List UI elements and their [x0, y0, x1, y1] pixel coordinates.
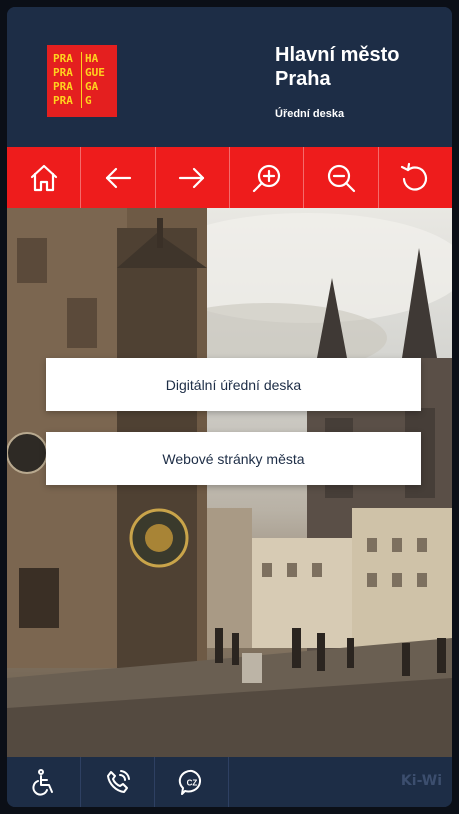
language-label: CZ	[186, 779, 197, 788]
prague-logo: PRA HA PRA GUE PRA GA PRA G	[47, 45, 117, 117]
page-subtitle: Úřední deska	[275, 108, 345, 120]
phone-call-icon	[106, 770, 130, 793]
language-cz-icon: CZ	[178, 769, 201, 795]
kiosk-screen: PRA HA PRA GUE PRA GA PRA G Hlavní město Pra…	[7, 7, 452, 807]
home-button[interactable]	[7, 147, 82, 208]
back-button[interactable]	[81, 147, 156, 208]
kiwi-brand: Ki-Wi	[400, 773, 442, 789]
title-line-1: Hlavní město	[275, 44, 400, 66]
home-icon	[30, 164, 57, 191]
footer-bar: CZ Ki-Wi	[7, 757, 452, 807]
page-title: Hlavní město Praha	[275, 43, 399, 91]
browser-toolbar	[7, 147, 452, 208]
language-button[interactable]: CZ	[155, 757, 229, 807]
header: PRA HA PRA GUE PRA GA PRA G Hlavní město Pra…	[7, 7, 452, 147]
zoom-out-icon	[327, 164, 356, 192]
reload-button[interactable]	[379, 147, 452, 208]
city-website-button[interactable]: Webové stránky města	[46, 432, 421, 485]
zoom-in-icon	[252, 164, 280, 192]
hero-area: Digitální úřední deska Webové stránky mě…	[7, 208, 452, 757]
digital-notice-board-button[interactable]: Digitální úřední deska	[46, 358, 421, 411]
arrow-left-icon	[105, 167, 132, 188]
forward-button[interactable]	[156, 147, 230, 208]
wheelchair-icon	[31, 769, 53, 796]
zoom-in-button[interactable]	[230, 147, 305, 208]
title-line-2: Praha	[275, 68, 331, 90]
arrow-right-icon	[179, 167, 205, 188]
accessibility-button[interactable]	[7, 757, 81, 807]
call-button[interactable]	[81, 757, 155, 807]
reload-icon	[401, 162, 428, 191]
zoom-out-button[interactable]	[304, 147, 379, 208]
